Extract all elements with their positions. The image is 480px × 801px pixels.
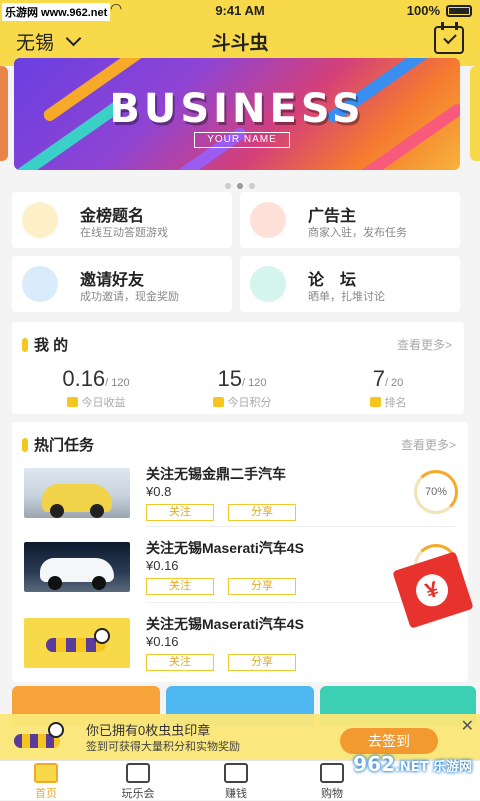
feature-invite[interactable]: 邀请好友 成功邀请，现金奖励 (12, 256, 232, 312)
tab-label: 赚钱 (225, 788, 247, 800)
battery-percent: 100% (406, 3, 440, 18)
signin-hint: 签到可获得大量积分和实物奖励 (86, 741, 240, 753)
signin-button[interactable]: 去签到 (340, 728, 438, 754)
task-thumbnail (24, 542, 130, 592)
banner-peek-left (0, 66, 8, 161)
calendar-checkin-icon[interactable] (434, 22, 464, 54)
gamepad-icon (126, 763, 150, 783)
feature-name: 邀请好友 (80, 272, 145, 289)
task-thumbnail (24, 468, 130, 518)
tab-label: 玩乐会 (121, 788, 155, 800)
graduation-cap-icon (22, 202, 58, 238)
task-title: 关注无锡Maserati汽车4S (146, 540, 304, 556)
tab-home[interactable]: 首页 (14, 763, 78, 801)
stat-earnings: 0.16/ 120 今日收益 (26, 366, 166, 410)
banner-carousel[interactable]: BUSINESS YOUR NAME (0, 58, 480, 189)
follow-button[interactable]: 关注 (146, 578, 214, 595)
worm-mascot-icon (10, 718, 68, 754)
battery-icon (446, 5, 472, 17)
home-icon (34, 763, 58, 783)
feature-desc: 商家入驻，发布任务 (308, 227, 407, 239)
stat-total: / 120 (242, 377, 267, 389)
page-title: 斗斗虫 (211, 33, 269, 54)
banner-title: BUSINESS (109, 86, 365, 132)
carousel-dot-active[interactable] (237, 183, 243, 189)
chat-icon (250, 266, 286, 302)
shop-bag-icon (320, 763, 344, 783)
stat-label: 今日积分 (227, 397, 272, 409)
stat-value: 7 (372, 366, 385, 391)
coins-icon (212, 397, 224, 407)
tab-earn[interactable]: 赚钱 (204, 763, 268, 801)
carousel-dot[interactable] (249, 183, 255, 189)
tab-fun-club[interactable]: 玩乐会 (106, 763, 170, 801)
task-thumbnail (24, 618, 130, 668)
carousel-dot[interactable] (225, 183, 231, 189)
banner-slide[interactable]: BUSINESS YOUR NAME (14, 58, 460, 170)
yen-symbol: ¥ (411, 570, 453, 611)
task-title: 关注无锡金鼎二手汽车 (146, 466, 286, 482)
stat-label: 今日收益 (81, 397, 126, 409)
feature-quiz[interactable]: 金榜题名 在线互动答题游戏 (12, 192, 232, 248)
medal-icon (369, 397, 381, 407)
stat-value: 15 (217, 366, 242, 391)
feature-desc: 晒单，扎堆讨论 (308, 291, 385, 303)
shop-icon (250, 202, 286, 238)
clipboard-check-icon (224, 763, 248, 783)
close-icon[interactable]: ✕ (461, 716, 474, 736)
feature-name: 广告主 (308, 208, 357, 225)
top-header: 乐游网 www.962.net ◠ 9:41 AM 100% 无锡 斗斗虫 (0, 0, 480, 66)
feature-name: 论 坛 (308, 272, 357, 289)
yen-icon (66, 397, 78, 407)
task-price: ¥0.16 (146, 558, 179, 573)
task-price: ¥0.8 (146, 484, 172, 499)
tasks-title: 热门任务 (34, 437, 95, 454)
site-watermark: 962.NET 乐游网 (353, 752, 472, 776)
stat-total: / 20 (384, 377, 404, 389)
stat-points: 15/ 120 今日积分 (172, 366, 312, 410)
task-progress-ring: 70% (414, 470, 458, 514)
stat-value: 0.16 (62, 366, 106, 391)
mine-title: 我 的 (34, 337, 69, 354)
banner-peek-right (470, 66, 480, 161)
mine-header: 我 的 (22, 334, 68, 355)
follow-button[interactable]: 关注 (146, 504, 214, 521)
feature-forum[interactable]: 论 坛 晒单，扎堆讨论 (240, 256, 460, 312)
stat-label: 排名 (384, 397, 407, 409)
share-button[interactable]: 分享 (228, 578, 296, 595)
add-user-icon (22, 266, 58, 302)
banner-subtitle: YOUR NAME (194, 132, 290, 148)
hot-tasks-card: 热门任务 查看更多> 关注无锡金鼎二手汽车 ¥0.8 关注 分享 70% 关注无… (12, 422, 468, 682)
site-watermark-number: 962 (353, 752, 395, 776)
follow-button[interactable]: 关注 (146, 654, 214, 671)
header-row: 无锡 斗斗虫 (0, 22, 480, 60)
share-button[interactable]: 分享 (228, 654, 296, 671)
mine-card: 我 的 查看更多> 0.16/ 120 今日收益 15/ 120 今日积分 7/… (12, 322, 464, 414)
tasks-more-link[interactable]: 查看更多> (401, 436, 456, 453)
tasks-header: 热门任务 (22, 434, 94, 455)
mine-more-link[interactable]: 查看更多> (397, 336, 452, 353)
task-item[interactable]: 关注无锡Maserati汽车4S ¥0.16 关注 分享 (12, 614, 468, 690)
feature-advertiser[interactable]: 广告主 商家入驻，发布任务 (240, 192, 460, 248)
feature-name: 金榜题名 (80, 208, 145, 225)
task-title: 关注无锡Maserati汽车4S (146, 616, 304, 632)
feature-desc: 在线互动答题游戏 (80, 227, 168, 239)
task-price: ¥0.16 (146, 634, 179, 649)
stat-rank: 7/ 20 排名 (318, 366, 458, 410)
site-watermark-sub: .NET 乐游网 (394, 760, 472, 775)
tab-label: 首页 (35, 788, 57, 800)
status-bar: 乐游网 www.962.net ◠ 9:41 AM 100% (0, 0, 480, 22)
task-item[interactable]: 关注无锡金鼎二手汽车 ¥0.8 关注 分享 70% (12, 464, 468, 540)
feature-desc: 成功邀请，现金奖励 (80, 291, 179, 303)
divider (146, 526, 456, 527)
share-button[interactable]: 分享 (228, 504, 296, 521)
signin-stamp-count: 你已拥有0枚虫虫印章 (86, 723, 211, 738)
tab-label: 购物 (321, 788, 343, 800)
stat-total: / 120 (105, 377, 130, 389)
